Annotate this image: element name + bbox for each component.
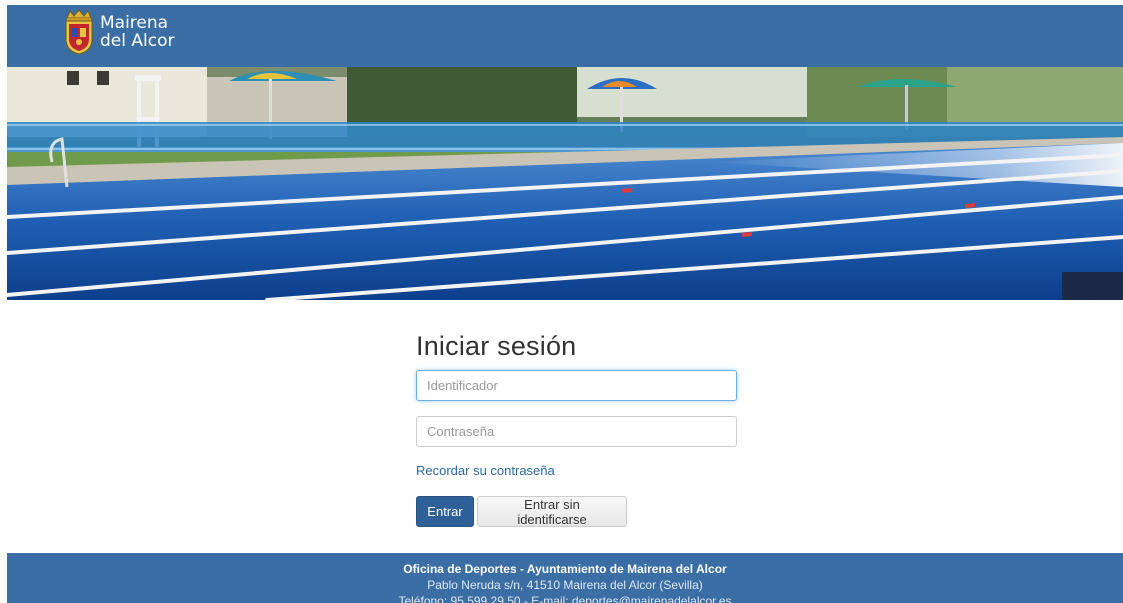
login-form: Iniciar sesión Recordar su contraseña En… xyxy=(416,330,737,527)
logo-line-1: Mairena xyxy=(100,13,169,33)
footer-contact: Teléfono: 95 599 29 50 - E-mail: deporte… xyxy=(398,594,732,603)
logo-text: Mairena del Alcor xyxy=(100,14,174,50)
forgot-password-link[interactable]: Recordar su contraseña xyxy=(416,463,555,478)
footer: Oficina de Deportes - Ayuntamiento de Ma… xyxy=(7,553,1123,603)
guest-login-button[interactable]: Entrar sin identificarse xyxy=(477,496,627,527)
site-logo-link[interactable]: Mairena del Alcor xyxy=(62,9,174,55)
button-group: Entrar Entrar sin identificarse xyxy=(416,496,737,527)
page-title: Iniciar sesión xyxy=(416,331,577,361)
footer-title: Oficina de Deportes - Ayuntamiento de Ma… xyxy=(403,562,727,576)
logo-line-2: del Alcor xyxy=(100,31,175,51)
pool-banner-image xyxy=(7,67,1123,300)
login-button[interactable]: Entrar xyxy=(416,496,474,527)
footer-address: Pablo Neruda s/n, 41510 Mairena del Alco… xyxy=(427,578,703,592)
header-bar: Mairena del Alcor xyxy=(7,5,1123,67)
coat-of-arms-icon xyxy=(65,9,93,55)
username-field[interactable] xyxy=(416,370,737,401)
page: Mairena del Alcor Iniciar sesión Identif… xyxy=(0,0,1123,603)
password-field[interactable] xyxy=(416,416,737,447)
